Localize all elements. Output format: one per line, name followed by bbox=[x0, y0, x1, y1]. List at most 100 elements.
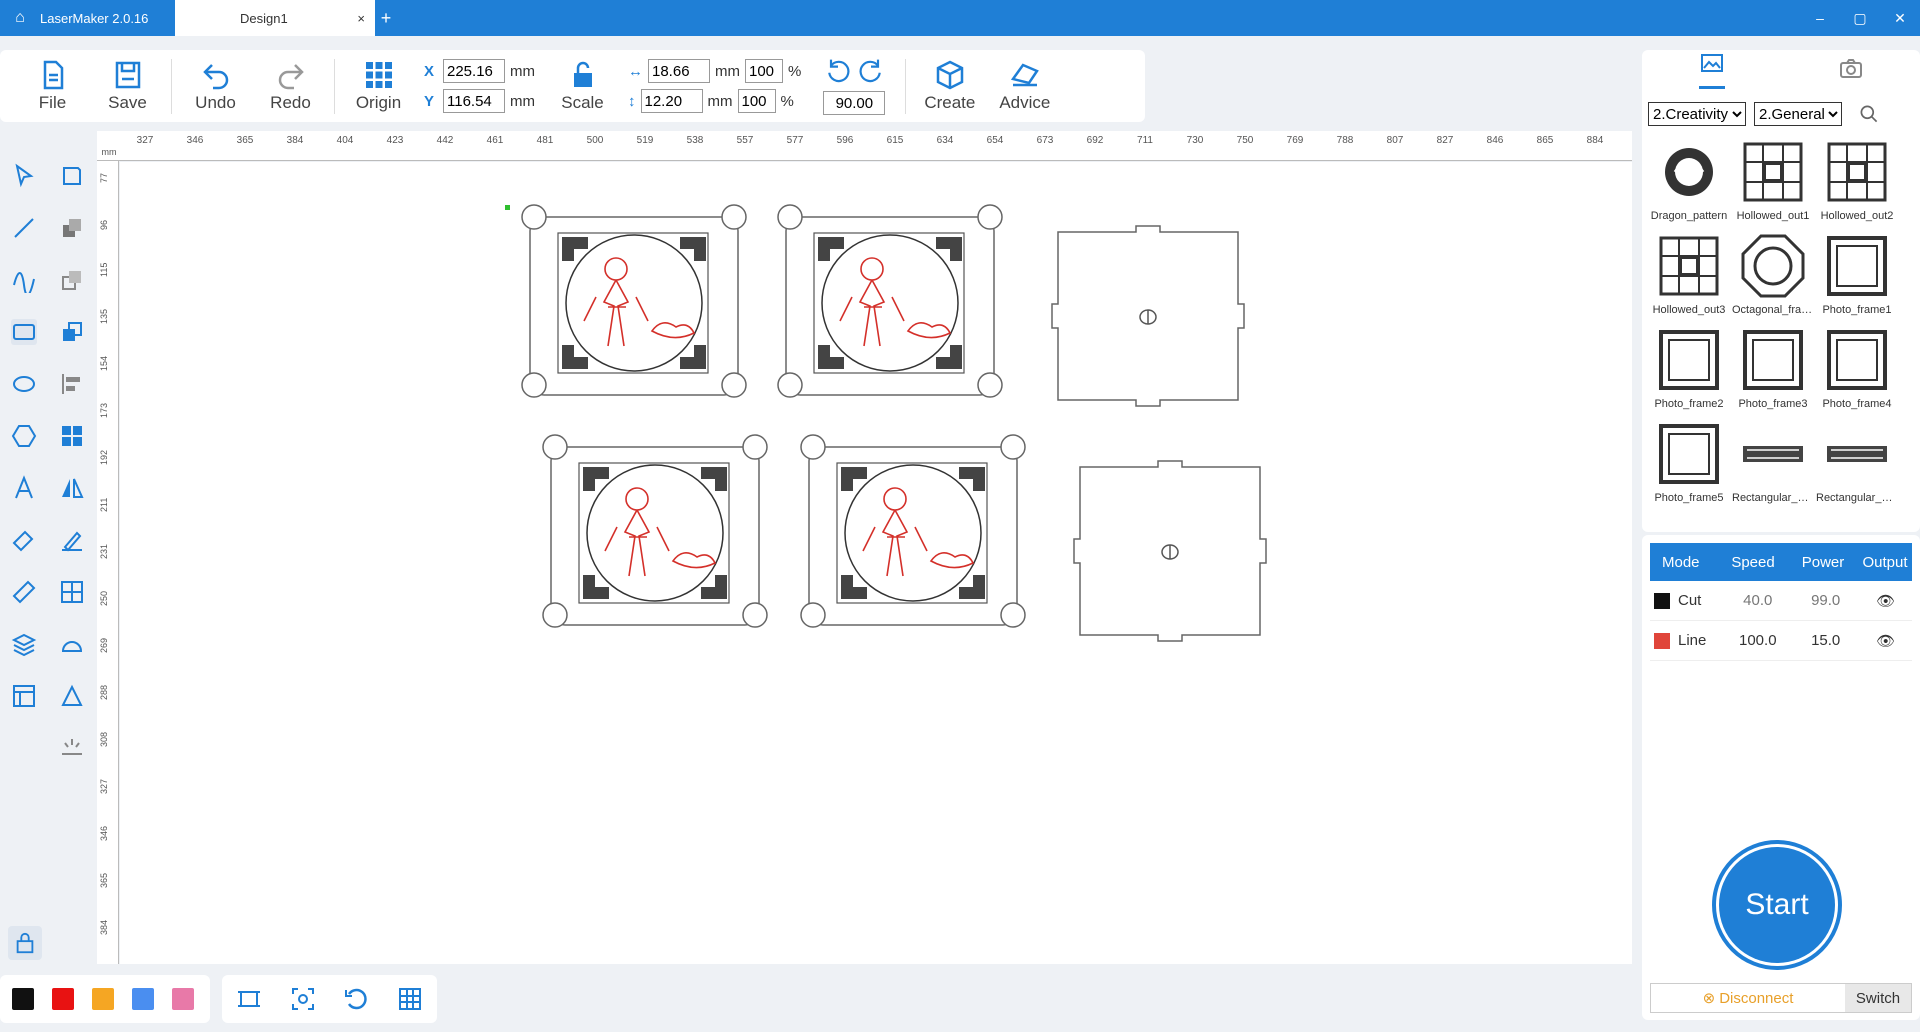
origin-button[interactable]: Origin bbox=[341, 59, 416, 113]
offset-icon[interactable] bbox=[59, 631, 85, 657]
layer-row-line[interactable]: Line 100.0 15.0 👁 bbox=[1650, 621, 1912, 661]
home-icon[interactable]: ⌂ bbox=[0, 9, 40, 27]
zoom-fit-icon[interactable] bbox=[290, 986, 316, 1012]
layer-color-swatch[interactable] bbox=[12, 988, 34, 1010]
curve-tool-icon[interactable] bbox=[11, 267, 37, 293]
layer-color-swatch[interactable] bbox=[92, 988, 114, 1010]
ruler-tick-label: 557 bbox=[736, 135, 754, 146]
close-window-icon[interactable]: ✕ bbox=[1880, 0, 1920, 36]
ellipse-tool-icon[interactable] bbox=[11, 371, 37, 397]
minimize-icon[interactable]: – bbox=[1800, 0, 1840, 36]
library-item[interactable]: Octagonal_frame bbox=[1731, 232, 1815, 316]
library-item[interactable]: Photo_frame5 bbox=[1647, 420, 1731, 504]
lock-button[interactable] bbox=[8, 926, 42, 960]
line-tool-icon[interactable] bbox=[11, 215, 37, 241]
polygon-tool-icon[interactable] bbox=[11, 423, 37, 449]
stand-piece-3[interactable] bbox=[542, 434, 768, 628]
design-canvas[interactable] bbox=[120, 162, 1632, 964]
save-button[interactable]: Save bbox=[90, 59, 165, 113]
tab-close-icon[interactable]: × bbox=[357, 11, 365, 26]
scale-lock-button[interactable]: Scale bbox=[545, 59, 620, 113]
array-icon[interactable] bbox=[59, 423, 85, 449]
layer-row-cut[interactable]: Cut 40.0 99.0 👁 bbox=[1650, 581, 1912, 621]
file-button[interactable]: File bbox=[15, 59, 90, 113]
redo-button[interactable]: Redo bbox=[253, 59, 328, 113]
ruler-tick-label: 788 bbox=[1336, 135, 1354, 146]
laser-icon[interactable] bbox=[59, 735, 85, 761]
subcategory-select[interactable]: 2.General bbox=[1754, 102, 1842, 126]
stand-piece-4[interactable] bbox=[800, 434, 1026, 628]
advice-button[interactable]: Advice bbox=[987, 59, 1062, 113]
category-select[interactable]: 2.Creativity bbox=[1648, 102, 1746, 126]
tab-gallery[interactable] bbox=[1698, 51, 1725, 89]
y-position-input[interactable] bbox=[443, 89, 505, 113]
tab-design1[interactable]: Design1 × bbox=[175, 0, 375, 36]
design-artwork[interactable] bbox=[120, 162, 1632, 964]
x-position-input[interactable] bbox=[443, 59, 505, 83]
fit-frame-icon[interactable] bbox=[236, 986, 262, 1012]
ruler-tick-label: 846 bbox=[1486, 135, 1504, 146]
library-item[interactable]: Photo_frame3 bbox=[1731, 326, 1815, 410]
maximize-icon[interactable]: ▢ bbox=[1840, 0, 1880, 36]
ruler-tick-label: 423 bbox=[386, 135, 404, 146]
select-arrow-icon[interactable] bbox=[11, 163, 37, 189]
height-percent-input[interactable] bbox=[737, 89, 776, 113]
layers-icon[interactable] bbox=[11, 631, 37, 657]
rotate-ccw-icon[interactable] bbox=[824, 57, 852, 85]
output-eye-icon[interactable]: 👁 bbox=[1860, 632, 1912, 650]
library-item[interactable]: Hollowed_out1 bbox=[1731, 138, 1815, 222]
width-percent-input[interactable] bbox=[745, 59, 783, 83]
height-input[interactable] bbox=[640, 89, 703, 113]
ruler-tool-icon[interactable] bbox=[11, 579, 37, 605]
library-item-name: Hollowed_out3 bbox=[1652, 304, 1726, 316]
library-item[interactable]: Hollowed_out3 bbox=[1647, 232, 1731, 316]
selection-handle[interactable] bbox=[505, 205, 510, 210]
mirror-icon[interactable] bbox=[59, 475, 85, 501]
divider bbox=[905, 58, 907, 114]
frame-icon[interactable] bbox=[59, 579, 85, 605]
library-item[interactable]: Dragon_pattern bbox=[1647, 138, 1731, 222]
layer-color-swatch[interactable] bbox=[52, 988, 74, 1010]
rectangle-tool-icon[interactable] bbox=[11, 319, 37, 345]
grid-icon[interactable] bbox=[397, 986, 423, 1012]
search-icon[interactable] bbox=[1858, 103, 1880, 125]
library-item[interactable]: Photo_frame1 bbox=[1815, 232, 1899, 316]
tab-camera[interactable] bbox=[1838, 55, 1864, 86]
library-item[interactable]: Photo_frame4 bbox=[1815, 326, 1899, 410]
switch-button[interactable]: Switch bbox=[1845, 984, 1911, 1012]
ruler-tick-label: 865 bbox=[1536, 135, 1554, 146]
layer-color-swatch[interactable] bbox=[132, 988, 154, 1010]
lid-piece-1[interactable] bbox=[1051, 225, 1245, 407]
undo-button[interactable]: Undo bbox=[178, 59, 253, 113]
stand-piece-2[interactable] bbox=[777, 204, 1003, 398]
align-icon[interactable] bbox=[59, 371, 85, 397]
combine-icon[interactable] bbox=[59, 215, 85, 241]
node-edit-icon[interactable] bbox=[59, 163, 85, 189]
layer-color-swatch[interactable] bbox=[172, 988, 194, 1010]
new-tab-button[interactable]: + bbox=[375, 8, 397, 29]
stand-piece-1[interactable] bbox=[521, 204, 747, 398]
boolean-icon[interactable] bbox=[59, 319, 85, 345]
library-item-name: Rectangular_border2 bbox=[1816, 492, 1898, 504]
library-item[interactable]: Hollowed_out2 bbox=[1815, 138, 1899, 222]
text-tool-icon[interactable] bbox=[11, 475, 37, 501]
measure-edit-icon[interactable] bbox=[59, 527, 85, 553]
pen-tool-icon[interactable] bbox=[59, 683, 85, 709]
width-input[interactable] bbox=[648, 59, 710, 83]
duplicate-icon[interactable] bbox=[59, 267, 85, 293]
disconnect-button[interactable]: ⊗ Disconnect bbox=[1651, 984, 1845, 1012]
eraser-icon[interactable] bbox=[11, 527, 37, 553]
rotate-cw-icon[interactable] bbox=[857, 57, 885, 85]
layout-icon[interactable] bbox=[11, 683, 37, 709]
library-item[interactable]: Rectangular_border1 bbox=[1731, 420, 1815, 504]
library-item[interactable]: Photo_frame2 bbox=[1647, 326, 1731, 410]
create-button[interactable]: Create bbox=[912, 59, 987, 113]
start-button[interactable]: Start bbox=[1712, 840, 1842, 970]
advice-icon bbox=[1010, 63, 1039, 87]
y-label: Y bbox=[424, 92, 435, 110]
rotation-input[interactable] bbox=[823, 91, 886, 115]
output-eye-icon[interactable]: 👁 bbox=[1860, 592, 1912, 610]
library-item[interactable]: Rectangular_border2 bbox=[1815, 420, 1899, 504]
lid-piece-2[interactable] bbox=[1073, 460, 1267, 642]
reset-view-icon[interactable] bbox=[343, 986, 369, 1012]
